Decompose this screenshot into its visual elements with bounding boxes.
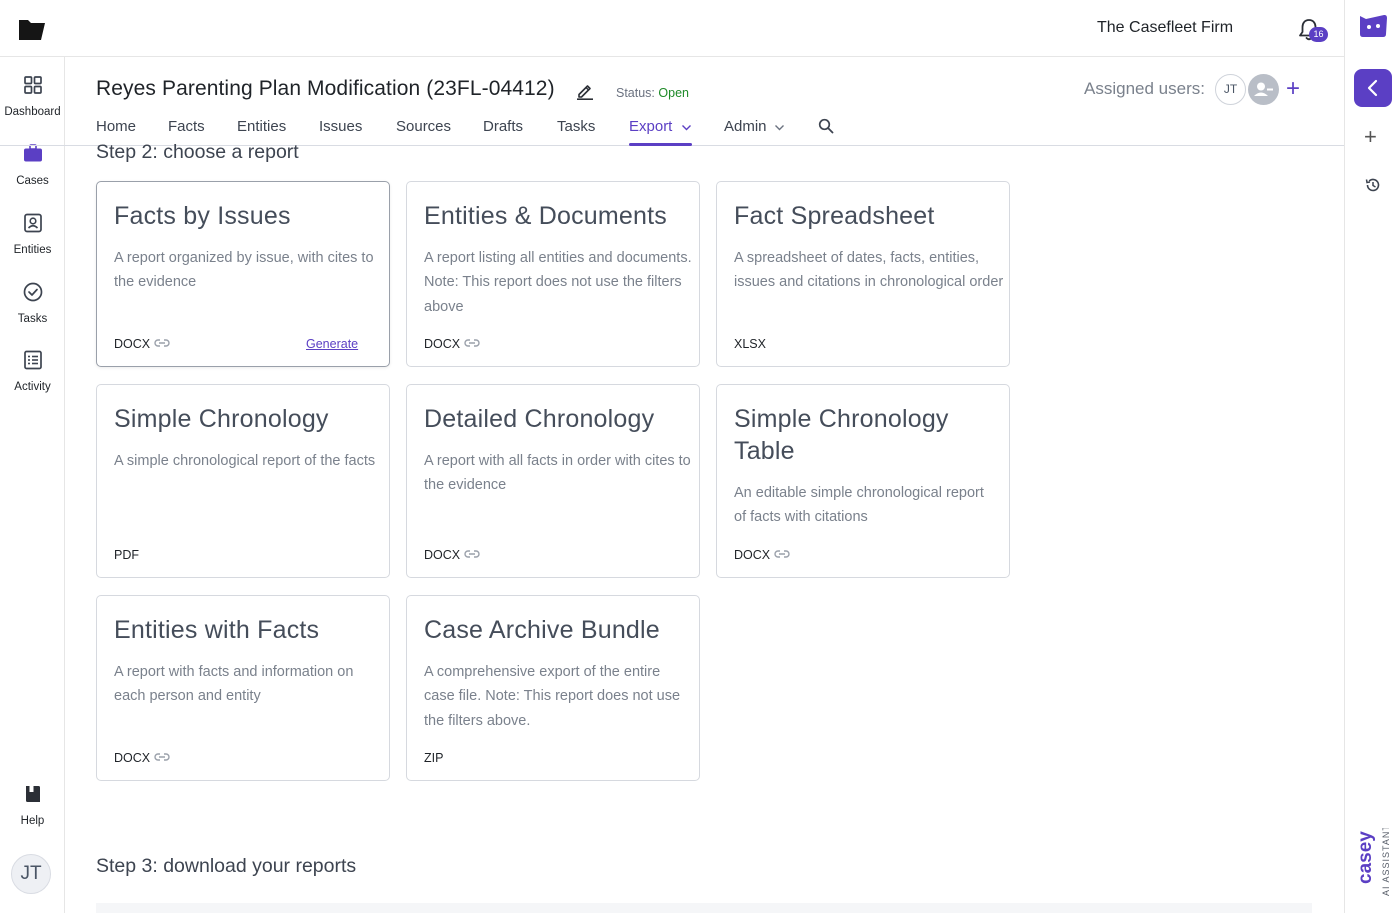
book-icon (25, 786, 40, 802)
new-chat-button[interactable]: + (1364, 126, 1377, 148)
report-format: DOCX (734, 548, 771, 562)
report-card-fact-spreadsheet[interactable]: Fact Spreadsheet A spreadsheet of dates,… (716, 181, 1010, 367)
link-icon (464, 339, 480, 347)
report-card-detailed-chronology[interactable]: Detailed Chronology A report with all fa… (406, 384, 700, 578)
status-label: Status: (616, 86, 655, 100)
tab-export[interactable]: Export (629, 118, 672, 135)
tab-issues[interactable]: Issues (319, 118, 362, 135)
report-card-facts-by-issues[interactable]: Facts by Issues A report organized by is… (96, 181, 390, 367)
briefcase-icon (23, 144, 42, 162)
report-card-simple-chronology-table[interactable]: Simple Chronology Table An editable simp… (716, 384, 1010, 578)
left-sidebar: Dashboard Cases Entities Tasks Activity … (0, 57, 65, 913)
sidebar-item-label: Cases (16, 175, 49, 187)
person-remove-icon[interactable] (1248, 74, 1279, 105)
tab-facts[interactable]: Facts (168, 118, 205, 135)
collapse-assistant-button[interactable] (1354, 69, 1392, 107)
sidebar-item-cases[interactable]: Cases (0, 143, 65, 187)
assigned-user-avatar[interactable]: JT (1215, 74, 1246, 105)
report-title: Facts by Issues (114, 202, 291, 230)
check-circle-icon (23, 282, 42, 302)
link-icon (154, 339, 170, 347)
report-description: A report organized by issue, with cites … (114, 250, 374, 291)
tab-admin[interactable]: Admin (724, 118, 767, 135)
report-description: A report listing all entities and docume… (424, 250, 692, 315)
report-card-simple-chronology[interactable]: Simple Chronology A simple chronological… (96, 384, 390, 578)
dashboard-icon (23, 76, 42, 94)
assistant-rail: + casey AI ASSISTANT (1344, 0, 1400, 913)
step3-heading: Step 3: download your reports (96, 855, 357, 877)
report-title: Entities & Documents (424, 202, 667, 230)
list-icon (23, 350, 42, 370)
report-description: A simple chronological report of the fac… (114, 453, 376, 469)
sidebar-item-label: Activity (14, 381, 51, 393)
notification-count-badge: 16 (1309, 27, 1328, 42)
sidebar-item-label: Help (20, 815, 45, 827)
report-description: A comprehensive export of the entire cas… (424, 664, 681, 729)
add-user-button[interactable]: + (1286, 77, 1300, 101)
chevron-left-icon (1367, 79, 1378, 97)
report-format: DOCX (114, 751, 151, 765)
tab-home[interactable]: Home (96, 118, 136, 135)
report-format: DOCX (114, 337, 151, 351)
report-format: DOCX (424, 337, 461, 351)
casey-tagline: AI ASSISTANT (1381, 828, 1391, 896)
case-status: Status: Open (616, 86, 689, 100)
link-icon (464, 550, 480, 558)
casefleet-logo[interactable] (17, 14, 47, 42)
report-card-entities-documents[interactable]: Entities & Documents A report listing al… (406, 181, 700, 367)
casey-name: casey (1355, 831, 1376, 884)
report-title: Simple Chronology Table (734, 405, 949, 465)
report-card-case-archive-bundle[interactable]: Case Archive Bundle A comprehensive expo… (406, 595, 700, 781)
chevron-down-icon[interactable] (681, 124, 692, 132)
assigned-users-label: Assigned users: (1084, 79, 1205, 98)
page-title: Reyes Parenting Plan Modification (23FL-… (96, 77, 555, 100)
search-icon[interactable] (818, 118, 834, 134)
casey-wordmark: casey AI ASSISTANT (1355, 828, 1391, 896)
step2-heading: Step 2: choose a report (96, 141, 299, 163)
tab-sources[interactable]: Sources (396, 118, 451, 135)
active-tab-indicator (629, 143, 692, 146)
user-avatar[interactable]: JT (11, 854, 51, 894)
status-badge: Open (658, 86, 689, 100)
report-format: DOCX (424, 548, 461, 562)
sidebar-item-entities[interactable]: Entities (0, 212, 65, 256)
sidebar-item-tasks[interactable]: Tasks (0, 281, 65, 325)
sidebar-item-help[interactable]: Help (0, 783, 65, 827)
link-icon (774, 550, 790, 558)
history-icon[interactable] (1364, 176, 1382, 194)
pencil-icon[interactable] (575, 80, 595, 100)
report-format: ZIP (424, 751, 444, 765)
report-title: Fact Spreadsheet (734, 202, 935, 230)
report-title: Detailed Chronology (424, 405, 655, 433)
casey-robot-icon[interactable] (1357, 10, 1389, 42)
downloads-table-header (96, 903, 1312, 913)
report-description: An editable simple chronological report … (734, 485, 984, 526)
report-description: A report with facts and information on e… (114, 664, 354, 705)
report-title: Case Archive Bundle (424, 616, 660, 644)
report-description: A report with all facts in order with ci… (424, 453, 691, 494)
link-icon (154, 753, 170, 761)
report-title: Entities with Facts (114, 616, 320, 644)
report-title: Simple Chronology (114, 405, 329, 433)
top-bar: The Casefleet Firm 16 (0, 0, 1344, 57)
sidebar-item-activity[interactable]: Activity (0, 349, 65, 393)
report-card-entities-with-facts[interactable]: Entities with Facts A report with facts … (96, 595, 390, 781)
report-format: PDF (114, 548, 139, 562)
tab-entities[interactable]: Entities (237, 118, 286, 135)
tab-tasks[interactable]: Tasks (557, 118, 595, 135)
contact-icon (23, 213, 42, 233)
generate-button[interactable]: Generate (306, 337, 358, 351)
firm-name[interactable]: The Casefleet Firm (1097, 19, 1233, 37)
sidebar-item-label: Tasks (17, 313, 48, 325)
chevron-down-icon[interactable] (774, 124, 785, 132)
tab-drafts[interactable]: Drafts (483, 118, 523, 135)
sidebar-item-label: Entities (13, 244, 52, 256)
report-description: A spreadsheet of dates, facts, entities,… (734, 250, 1004, 291)
report-format: XLSX (734, 337, 766, 351)
